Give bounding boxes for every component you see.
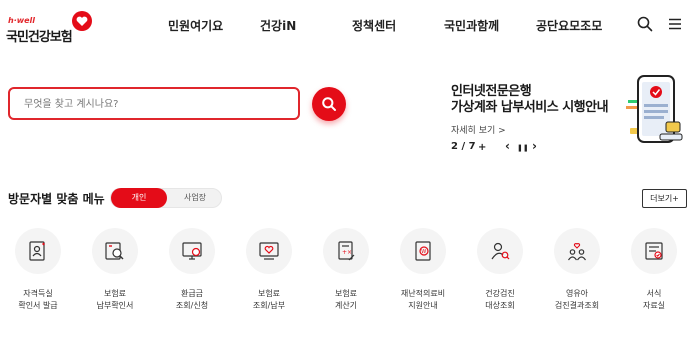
monitor-heart-icon — [259, 242, 279, 260]
search-button[interactable] — [312, 87, 346, 121]
menu-item-premium-payment-confirmation[interactable]: 보험료 납부확인서 — [80, 228, 150, 318]
nav-item-health-in[interactable]: 건강iN — [260, 17, 296, 34]
banner-title: 인터넷전문은행 가상계좌 납부서비스 시행안내 — [451, 84, 609, 116]
phone-bill-illustration-icon — [626, 75, 683, 143]
menu-item-label-line1: 재난적의료비 — [400, 289, 446, 298]
menu-item-label-line2: 납부확인서 — [96, 301, 134, 310]
menu-item-icon-bg — [92, 228, 138, 274]
menu-item-icon-bg — [246, 228, 292, 274]
search-box — [8, 87, 300, 120]
more-button[interactable]: 더보기+ — [642, 189, 687, 208]
custom-menu-title: 방문자별 맞춤 메뉴 — [8, 192, 105, 206]
menu-item-form-library[interactable]: 서식 자료실 — [619, 228, 689, 318]
menu-item-icon-bg — [554, 228, 600, 274]
banner-title-line2: 가상계좌 납부서비스 시행안내 — [451, 100, 609, 115]
menu-item-label: 자격득실 확인서 발급 — [3, 288, 73, 312]
menu-item-label: 보험료 조회/납부 — [234, 288, 304, 312]
menu-item-premium-calculator[interactable]: +× 보험료 계산기 — [311, 228, 381, 318]
site-logo[interactable]: h·well 국민건강보험 — [6, 8, 92, 45]
menu-item-label-line2: 대상조회 — [485, 301, 515, 310]
menu-item-label: 보험료 납부확인서 — [80, 288, 150, 312]
nav-item-policy-center[interactable]: 정책센터 — [352, 17, 396, 34]
menu-item-label: 영유아 검진결과조회 — [542, 288, 612, 312]
menu-item-icon-bg — [15, 228, 61, 274]
menu-item-premium-inquiry-payment[interactable]: 보험료 조회/납부 — [234, 228, 304, 318]
menu-item-label: 서식 자료실 — [619, 288, 689, 312]
document-search-icon — [105, 242, 124, 260]
search-icon — [322, 97, 336, 111]
banner-next-button[interactable]: › — [532, 139, 537, 153]
menu-item-label-line2: 확인서 발급 — [18, 301, 58, 310]
menu-item-icon-bg: W — [400, 228, 446, 274]
banner-prev-button[interactable]: ‹ — [505, 139, 510, 153]
tab-personal[interactable]: 개인 — [111, 188, 167, 208]
menu-item-catastrophic-medical-support[interactable]: W 재난적의료비 지원안내 — [388, 228, 458, 318]
menu-item-label-line1: 영유아 — [565, 289, 589, 298]
heart-logo-icon — [72, 11, 92, 31]
menu-item-label-line1: 보험료 — [257, 289, 281, 298]
menu-item-label: 건강검진 대상조회 — [465, 288, 535, 312]
menu-item-label-line1: 보험료 — [103, 289, 127, 298]
menu-item-label-line1: 자격득실 — [23, 289, 53, 298]
menu-item-icon-bg: +× — [323, 228, 369, 274]
menu-item-icon-bg — [477, 228, 523, 274]
family-heart-icon — [568, 243, 586, 261]
svg-text:+×: +× — [342, 249, 352, 256]
menu-item-label-line2: 조회/신청 — [175, 301, 209, 310]
menu-item-label-line2: 계산기 — [334, 301, 358, 310]
menu-item-label-line1: 서식 — [646, 289, 662, 298]
banner-add-button[interactable]: + — [478, 142, 486, 153]
menu-item-health-checkup-inquiry[interactable]: 건강검진 대상조회 — [465, 228, 535, 318]
certificate-person-icon — [29, 241, 45, 261]
menu-item-label-line1: 환급금 — [180, 289, 204, 298]
hamburger-menu-icon[interactable] — [666, 15, 684, 33]
menu-item-qualification-certificate[interactable]: 자격득실 확인서 발급 — [3, 228, 73, 318]
menu-item-label-line2: 조회/납부 — [252, 301, 286, 310]
banner-pause-button[interactable]: ❚❚ — [517, 144, 529, 152]
menu-item-label: 환급금 조회/신청 — [157, 288, 227, 312]
nav-item-about-nhis[interactable]: 공단요모조모 — [536, 17, 602, 34]
visitor-type-toggle: 개인 사업장 — [110, 188, 222, 208]
search-icon[interactable] — [636, 15, 654, 33]
search-input[interactable] — [24, 95, 286, 113]
nav-item-with-citizens[interactable]: 국민과함께 — [444, 17, 499, 34]
svg-text:W: W — [421, 249, 426, 255]
menu-item-icon-bg — [169, 228, 215, 274]
menu-item-label-line1: 건강검진 — [485, 289, 515, 298]
menu-item-label-line2: 검진결과조회 — [554, 301, 600, 310]
logo-title: 국민건강보험 — [6, 30, 73, 45]
door-won-icon: W — [415, 241, 431, 261]
banner-pager: 2 / 7 — [451, 141, 476, 152]
nav-item-civil-service[interactable]: 민원여기요 — [168, 17, 223, 34]
menu-item-label: 재난적의료비 지원안내 — [388, 288, 458, 312]
person-search-icon — [491, 242, 510, 260]
banner-title-line1: 인터넷전문은행 — [451, 84, 532, 99]
menu-item-icon-bg — [631, 228, 677, 274]
menu-item-infant-checkup-results[interactable]: 영유아 검진결과조회 — [542, 228, 612, 318]
calculator-hand-icon: +× — [338, 241, 355, 261]
menu-item-label-line2: 지원안내 — [408, 301, 438, 310]
tab-business[interactable]: 사업장 — [167, 188, 223, 208]
banner-more-link[interactable]: 자세히 보기 > — [451, 123, 506, 136]
menu-item-label: 보험료 계산기 — [311, 288, 381, 312]
logo-tagline: h·well — [8, 16, 36, 25]
form-document-icon — [645, 242, 663, 260]
menu-item-refund-inquiry[interactable]: 환급금 조회/신청 — [157, 228, 227, 318]
site-header: h·well 국민건강보험 민원여기요 건강iN 정책센터 국민과함께 공단요모… — [0, 0, 700, 50]
menu-item-label-line2: 자료실 — [642, 301, 666, 310]
monitor-won-icon — [182, 242, 202, 260]
menu-item-label-line1: 보험료 — [334, 289, 358, 298]
